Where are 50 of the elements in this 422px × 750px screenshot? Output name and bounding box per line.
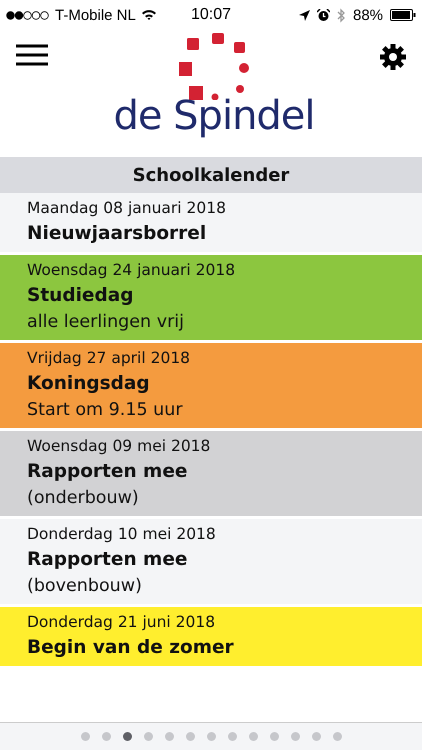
page-dot[interactable] <box>186 732 194 741</box>
event-note: Start om 9.15 uur <box>27 400 184 420</box>
page-dot[interactable] <box>332 732 342 741</box>
page-dot[interactable] <box>80 732 90 741</box>
menu-button[interactable] <box>16 44 48 66</box>
carrier-name: T-Mobile NL <box>55 6 136 24</box>
page-dot[interactable] <box>312 732 320 741</box>
menu-icon <box>16 44 48 66</box>
location-arrow-icon <box>298 10 310 20</box>
logo-text: de Spindel <box>113 96 315 136</box>
event-title: Begin van de zomer <box>27 637 235 658</box>
event-title: Koningsdag <box>27 373 151 394</box>
page-dot[interactable] <box>290 732 300 741</box>
page-dot[interactable] <box>164 732 174 741</box>
event-row[interactable]: Woensdag 24 januari 2018 Studiedag alle leerlingen vrij <box>0 255 422 340</box>
battery-icon <box>390 9 416 21</box>
event-row[interactable]: Donderdag 10 mei 2018 Rapporten mee (bovenbouw) <box>0 519 422 604</box>
clock-time: 10:07 <box>190 6 232 24</box>
event-title: Rapporten mee <box>27 549 188 570</box>
event-note: alle leerlingen vrij <box>27 312 185 332</box>
event-date: Maandag 08 januari 2018 <box>27 199 227 217</box>
event-row[interactable]: Donderdag 21 juni 2018 Begin van de zomer <box>0 607 422 666</box>
event-row[interactable]: Maandag 08 januari 2018 Nieuwjaarsborrel <box>0 193 422 252</box>
event-note: (bovenbouw) <box>27 576 143 596</box>
page-dot[interactable] <box>122 732 132 741</box>
page-dot[interactable] <box>228 732 236 741</box>
event-title: Rapporten mee <box>27 461 188 482</box>
page-dot[interactable] <box>248 732 258 741</box>
event-date: Woensdag 09 mei 2018 <box>27 437 212 455</box>
bluetooth-icon <box>336 8 346 22</box>
event-date: Vrijdag 27 april 2018 <box>27 349 192 367</box>
event-note: (onderbouw) <box>27 488 140 508</box>
settings-button[interactable] <box>380 44 406 70</box>
wifi-icon <box>140 9 157 21</box>
event-row[interactable]: Woensdag 09 mei 2018 Rapporten mee (onderbouw) <box>0 431 422 516</box>
section-title: Schoolkalender <box>0 157 422 193</box>
event-date: Donderdag 10 mei 2018 <box>27 525 217 543</box>
page-dot[interactable] <box>206 732 216 741</box>
event-title: Nieuwjaarsborrel <box>27 223 208 244</box>
event-date: Woensdag 24 januari 2018 <box>27 261 236 279</box>
event-row[interactable]: Vrijdag 27 april 2018 Koningsdag Start om 9.15 uur <box>0 343 422 428</box>
battery-percentage: 88% <box>352 6 384 24</box>
signal-icon <box>6 10 50 20</box>
settings-icon <box>380 44 406 70</box>
page-dot[interactable] <box>270 732 278 741</box>
event-date: Donderdag 21 juni 2018 <box>27 613 216 631</box>
alarm-clock-icon <box>316 8 330 22</box>
page-dot[interactable] <box>102 732 110 741</box>
page-dot[interactable] <box>144 732 152 741</box>
event-title: Studiedag <box>27 285 134 306</box>
